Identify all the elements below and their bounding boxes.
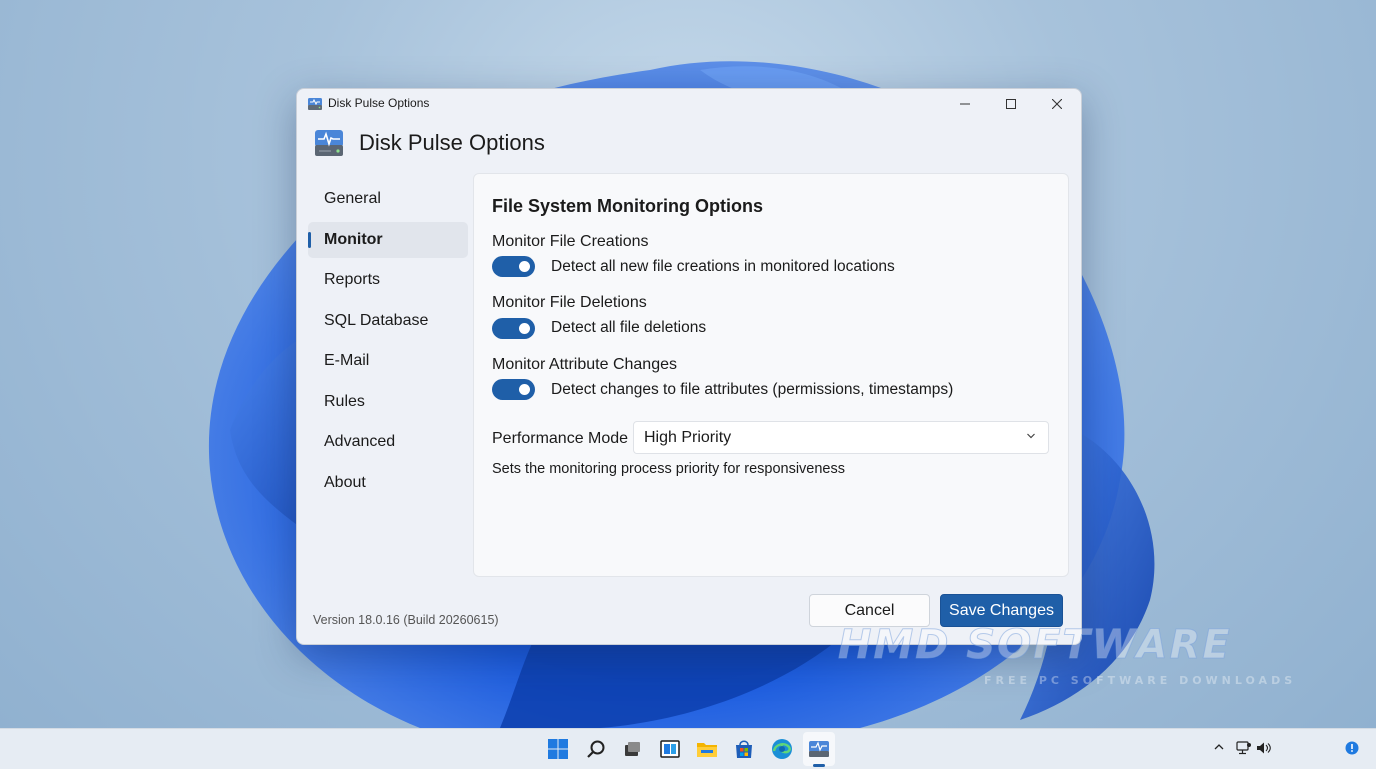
sidebar-item-label: About (324, 473, 366, 491)
store-icon[interactable] (732, 737, 756, 761)
option-label-file-creations: Monitor File Creations (492, 233, 649, 250)
close-icon (1052, 99, 1062, 109)
sidebar-item-monitor[interactable]: Monitor (308, 221, 468, 258)
option-label-file-deletions: Monitor File Deletions (492, 294, 647, 311)
widgets-icon[interactable] (658, 737, 682, 761)
performance-mode-value: High Priority (644, 429, 732, 446)
toggle-knob (519, 261, 530, 272)
option-desc-attribute-changes: Detect changes to file attributes (permi… (551, 381, 954, 398)
minimize-icon (960, 103, 970, 105)
performance-mode-label: Performance Mode (492, 430, 629, 447)
option-desc-file-deletions: Detect all file deletions (551, 319, 707, 336)
title-bar[interactable]: Disk Pulse Options (297, 89, 1081, 119)
sidebar-item-label: E-Mail (324, 352, 370, 369)
toggle-knob (519, 384, 530, 395)
volume-icon[interactable] (1256, 741, 1272, 758)
toggle-file-deletions[interactable] (492, 318, 535, 339)
chevron-up-icon[interactable] (1213, 741, 1225, 756)
sidebar-item-label: Advanced (324, 433, 396, 450)
section-title: File System Monitoring Options (492, 196, 764, 216)
file-explorer-icon[interactable] (695, 737, 719, 761)
option-label-attribute-changes: Monitor Attribute Changes (492, 356, 677, 373)
sidebar-item-label: Monitor (324, 230, 383, 248)
task-view-icon[interactable] (620, 737, 644, 761)
toggle-file-creations[interactable] (492, 256, 535, 277)
disk-pulse-app-icon (307, 96, 323, 110)
disk-pulse-logo-icon (313, 127, 345, 159)
sidebar-item-about[interactable]: About (308, 465, 468, 501)
minimize-button[interactable] (942, 89, 988, 119)
sidebar-nav: General Monitor Reports SQL Database E-M… (308, 181, 468, 505)
window-title: Disk Pulse Options (328, 96, 430, 110)
sidebar-item-advanced[interactable]: Advanced (308, 424, 468, 460)
taskbar-active-indicator (813, 764, 825, 767)
toggle-knob (519, 323, 530, 334)
sidebar-item-rules[interactable]: Rules (308, 384, 468, 420)
watermark-subtitle: FREE PC SOFTWARE DOWNLOADS (984, 674, 1297, 687)
watermark-title: HMD SOFTWARE (838, 622, 1232, 669)
performance-mode-help: Sets the monitoring process priority for… (492, 461, 845, 477)
windows-start-icon[interactable] (546, 737, 570, 761)
watermark: HMD SOFTWARE FREE PC SOFTWARE DOWNLOADS (838, 622, 1293, 688)
sidebar-item-label: Rules (324, 392, 365, 410)
toggle-attribute-changes[interactable] (492, 379, 535, 400)
version-text: Version 18.0.16 (Build 20260615) (313, 613, 499, 627)
page-title: Disk Pulse Options (359, 130, 545, 155)
maximize-icon (1006, 99, 1016, 109)
option-desc-file-creations: Detect all new file creations in monitor… (551, 258, 895, 275)
sidebar-item-label: General (324, 190, 381, 207)
sidebar-item-label: Reports (324, 271, 381, 288)
sidebar-item-reports[interactable]: Reports (308, 262, 468, 298)
sidebar-item-e-mail[interactable]: E-Mail (308, 343, 468, 379)
disk-pulse-icon[interactable] (807, 737, 831, 761)
search-icon[interactable] (584, 737, 608, 761)
sidebar-item-general[interactable]: General (308, 181, 468, 217)
notification-icon[interactable] (1345, 741, 1359, 758)
sidebar-item-sql-database[interactable]: SQL Database (308, 303, 468, 339)
network-icon[interactable] (1236, 741, 1252, 758)
maximize-button[interactable] (988, 89, 1034, 119)
chevron-down-icon (1027, 433, 1035, 439)
taskbar (0, 728, 1376, 769)
content-panel: File System Monitoring Options Monitor F… (473, 173, 1069, 577)
edge-browser-icon[interactable] (770, 737, 794, 761)
sidebar-item-label: SQL Database (324, 311, 429, 329)
options-window: Disk Pulse Options Disk Pulse Options Ge… (296, 88, 1082, 645)
performance-mode-select[interactable]: High Priority (633, 421, 1049, 454)
close-button[interactable] (1034, 89, 1080, 119)
